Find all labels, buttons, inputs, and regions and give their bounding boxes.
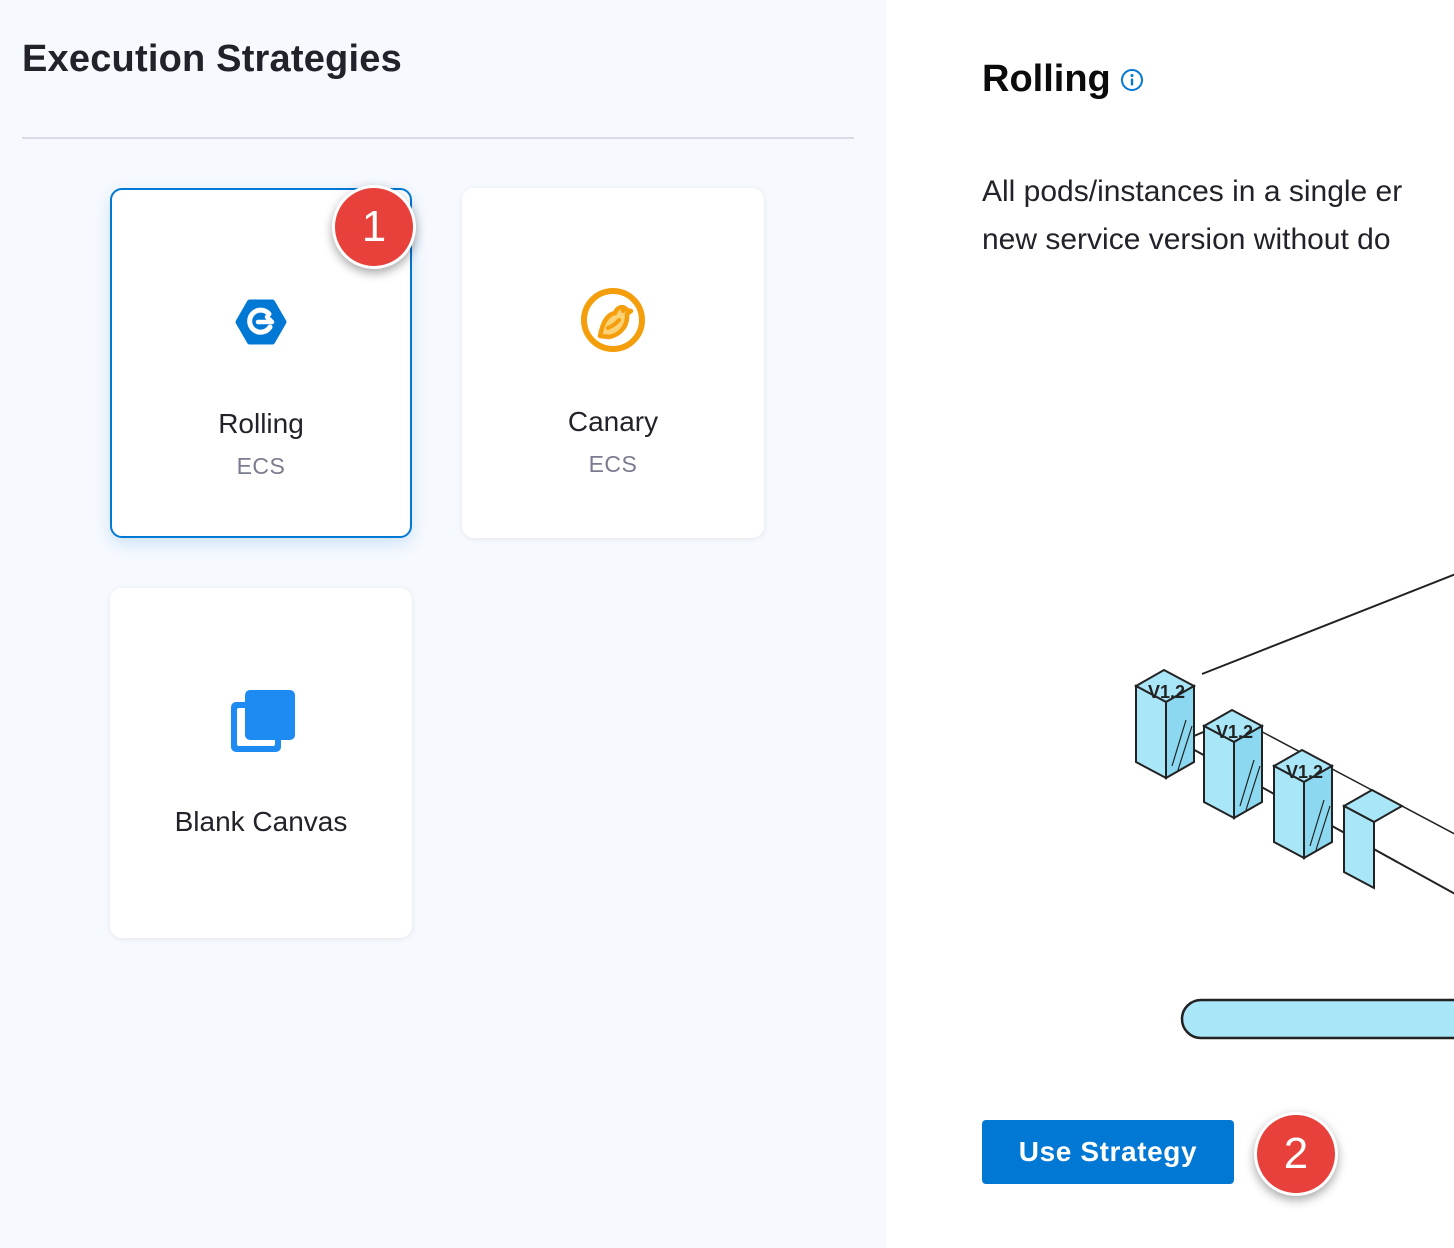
description-line: new service version without do <box>982 223 1391 256</box>
version-box: V1.2 <box>1133 668 1197 780</box>
blank-canvas-icon <box>221 680 301 760</box>
strategy-card-canary[interactable]: Canary ECS <box>462 188 764 538</box>
box-label: V1.2 <box>1148 682 1185 702</box>
info-icon[interactable] <box>1120 68 1144 92</box>
version-box <box>1341 788 1405 890</box>
strategy-card-blank-canvas[interactable]: Blank Canvas <box>110 588 412 938</box>
description-line: All pods/instances in a single er <box>982 175 1403 208</box>
use-strategy-button[interactable]: Use Strategy <box>982 1120 1234 1184</box>
strategy-subtitle: ECS <box>588 451 638 477</box>
box-label: V1.2 <box>1216 722 1253 742</box>
strategy-label: Canary <box>567 406 659 437</box>
version-box: V1.2 <box>1201 708 1265 820</box>
detail-title: Rolling <box>982 58 1111 100</box>
strategy-label: Blank Canvas <box>174 806 348 837</box>
box-label: V1.2 <box>1286 762 1323 782</box>
step-badge-2: 2 <box>1254 1112 1338 1196</box>
step-badge-1: 1 <box>332 185 416 269</box>
strategy-subtitle: ECS <box>236 453 286 479</box>
rolling-hexagon-icon <box>221 282 301 362</box>
detail-description: All pods/instances in a single er new se… <box>982 168 1454 264</box>
panel-title: Execution Strategies <box>22 38 402 80</box>
strategy-detail-panel: Rolling All pods/instances in a single e… <box>886 0 1454 1248</box>
version-box: V1.2 <box>1271 748 1335 860</box>
strategy-label: Rolling <box>218 408 304 439</box>
execution-strategy-dialog: Execution Strategies Rolling ECS Canary … <box>0 0 1454 1248</box>
canary-bird-icon <box>573 280 653 360</box>
rolling-diagram: V1.2 V1.2 V1.2 <box>1133 570 1454 1060</box>
divider <box>22 137 854 139</box>
strategy-list-panel: Execution Strategies Rolling ECS Canary … <box>0 0 886 1248</box>
rollout-progress-bar <box>1180 998 1454 1040</box>
